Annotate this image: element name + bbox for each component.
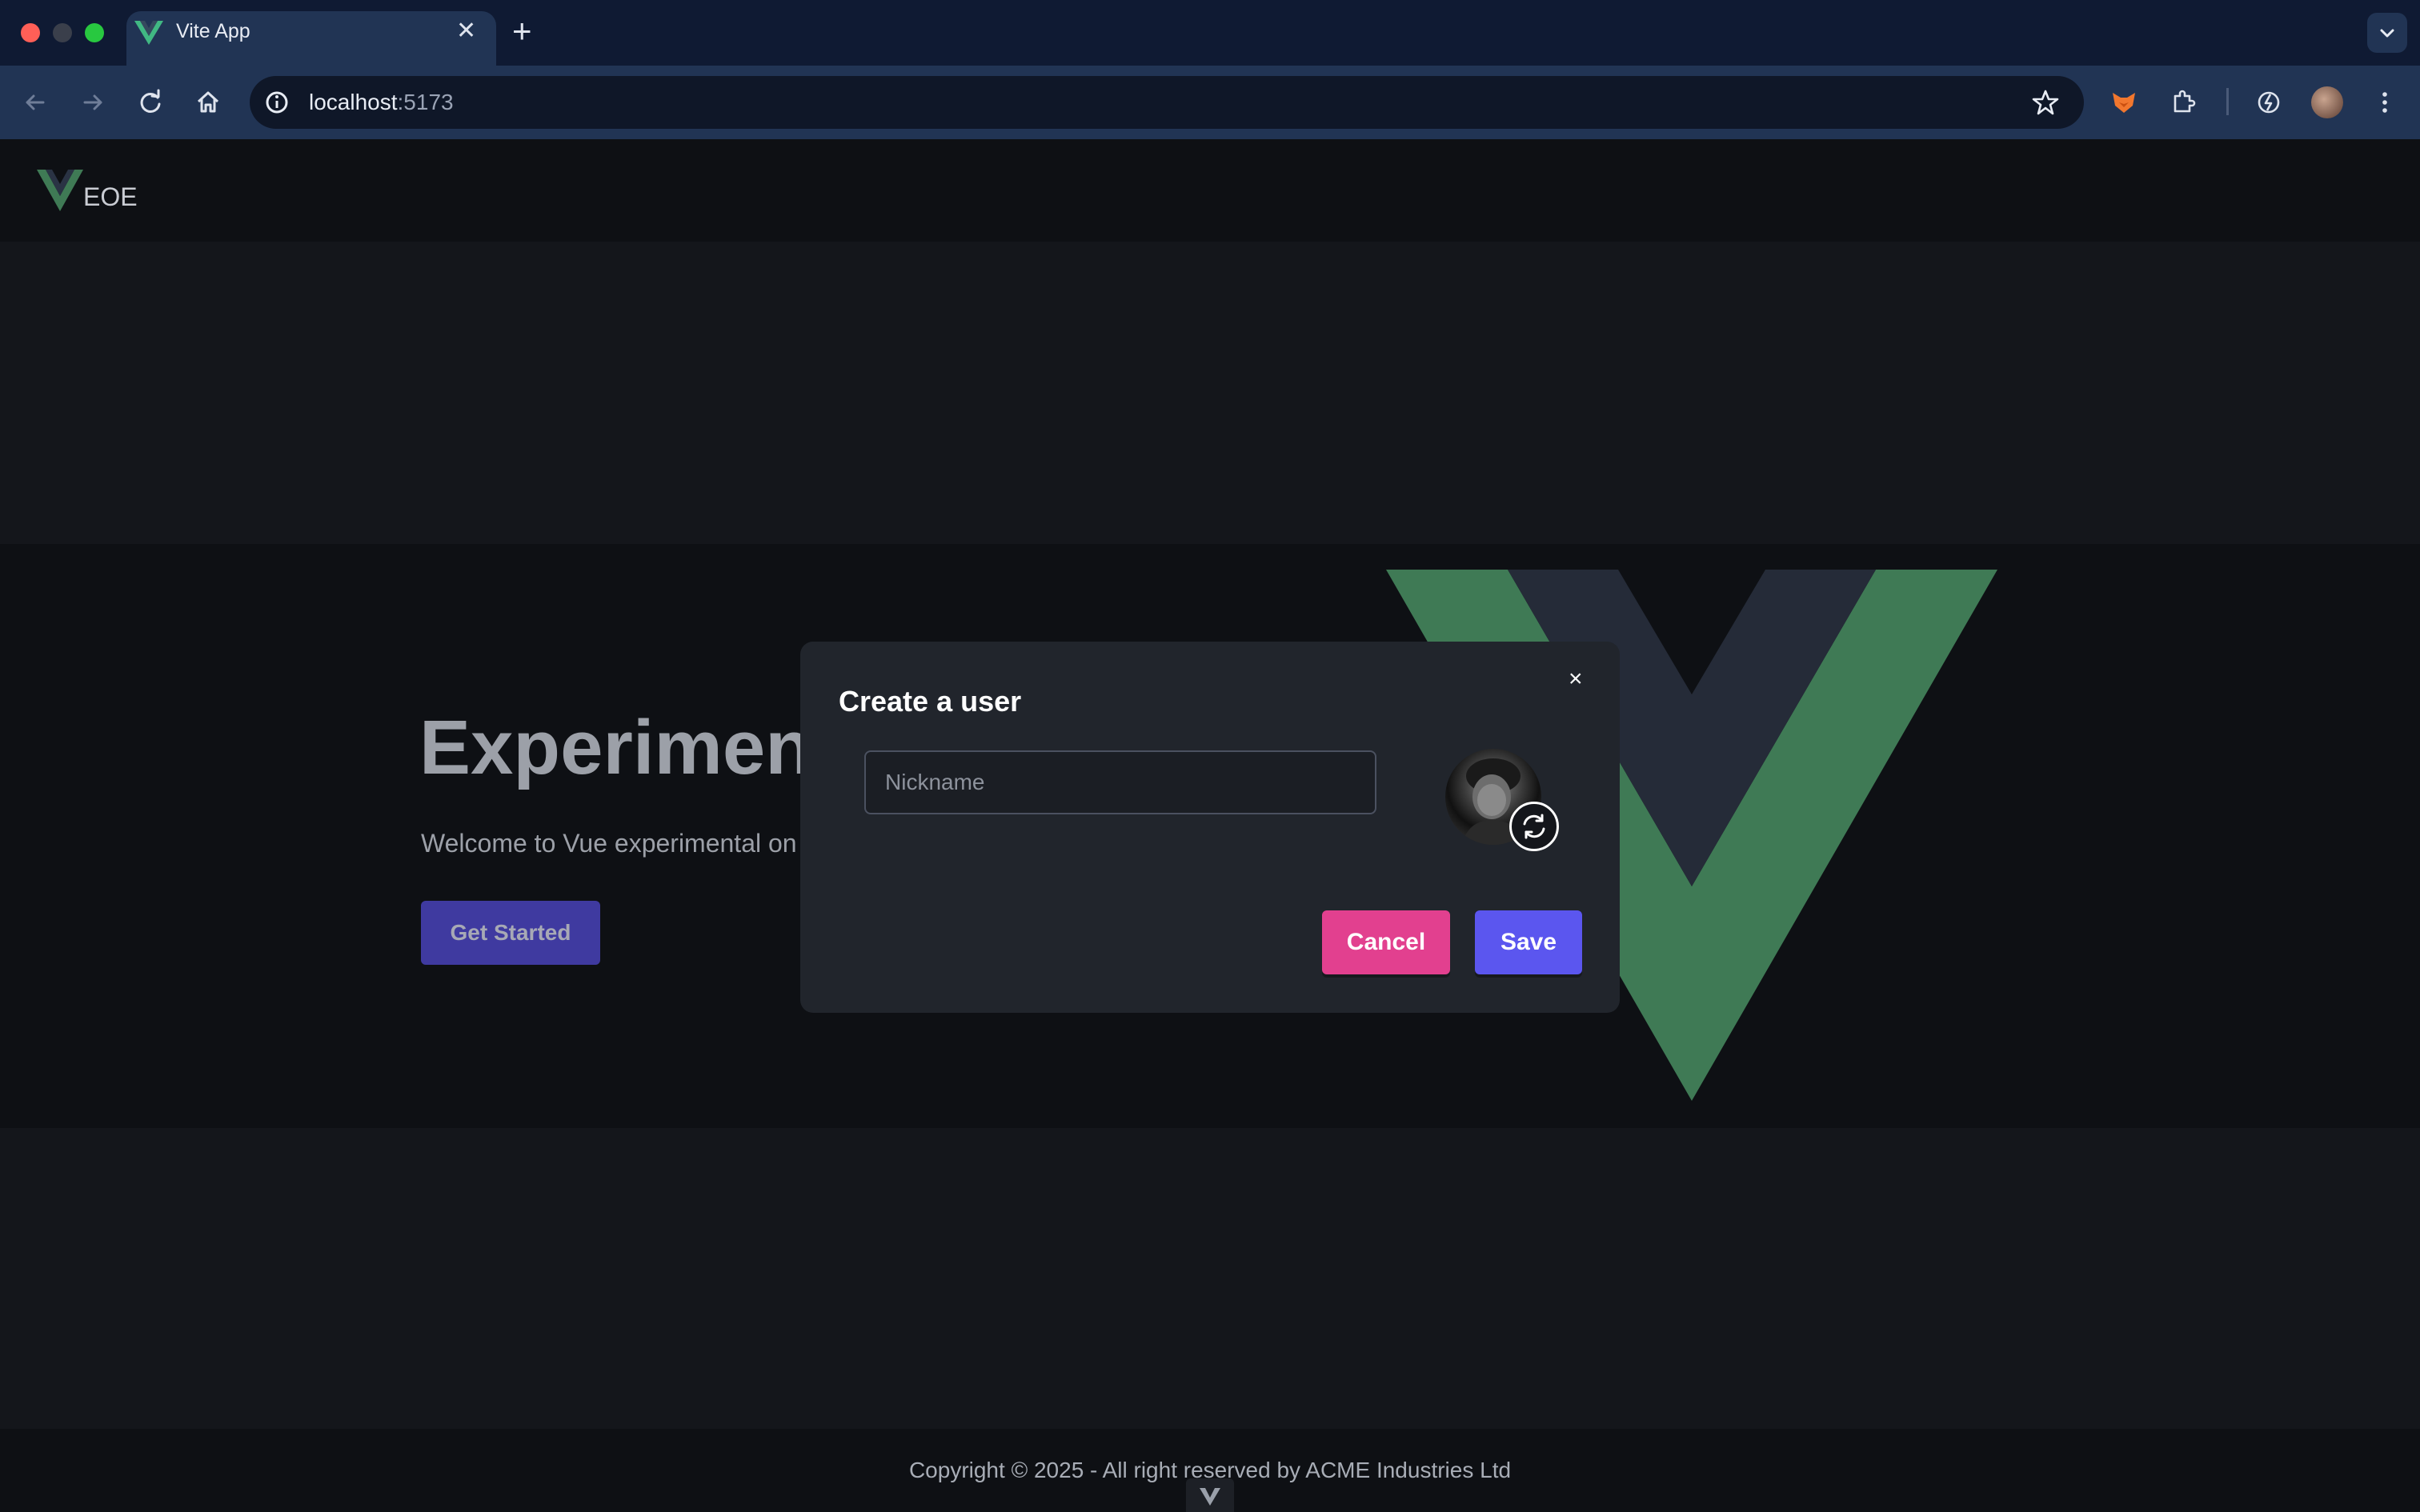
modal-title: Create a user — [839, 685, 1022, 718]
tab-title: Vite App — [176, 20, 250, 42]
regenerate-avatar-button[interactable] — [1509, 802, 1559, 851]
url-host: localhost — [309, 90, 398, 114]
site-logo-text[interactable]: EOE — [83, 182, 138, 212]
reload-icon[interactable] — [136, 88, 165, 117]
profile-avatar[interactable] — [2311, 86, 2343, 118]
chevron-down-icon — [2380, 29, 2394, 38]
hero-subtitle: Welcome to Vue experimental on — [421, 829, 797, 858]
vue-footer-icon — [1200, 1488, 1220, 1506]
vue-logo-icon[interactable] — [37, 170, 83, 211]
window-zoom-button[interactable] — [85, 23, 104, 42]
more-vertical-icon[interactable] — [2370, 88, 2399, 117]
bookmark-star-icon[interactable] — [2031, 88, 2060, 117]
home-icon[interactable] — [194, 88, 222, 117]
back-arrow-icon[interactable] — [21, 88, 50, 117]
tab-close-icon[interactable]: ✕ — [456, 18, 476, 45]
site-header — [0, 139, 2420, 242]
cancel-button[interactable]: Cancel — [1322, 910, 1450, 974]
hero-title: Experiment — [419, 705, 838, 790]
create-user-modal: Create a user × Cancel Save — [800, 642, 1620, 1013]
nickname-input[interactable] — [864, 750, 1376, 814]
vue-favicon-icon — [134, 21, 163, 45]
url-text: localhost:5173 — [309, 90, 454, 115]
close-icon[interactable]: × — [1569, 666, 1583, 693]
site-info-icon[interactable] — [262, 88, 291, 117]
window-minimize-button[interactable] — [53, 23, 72, 42]
save-button[interactable]: Save — [1475, 910, 1582, 974]
url-port: :5173 — [397, 90, 454, 114]
new-tab-icon[interactable]: + — [512, 13, 532, 50]
performance-icon[interactable] — [2254, 88, 2283, 117]
fox-extension-icon[interactable] — [2109, 88, 2138, 117]
tab-search-button[interactable] — [2367, 13, 2407, 53]
footer-logo-tab[interactable] — [1186, 1478, 1234, 1512]
address-bar[interactable] — [250, 76, 2084, 129]
toolbar-divider — [2226, 88, 2229, 115]
get-started-button[interactable]: Get Started — [421, 901, 600, 965]
forward-arrow-icon[interactable] — [78, 88, 107, 117]
refresh-icon — [1523, 814, 1545, 839]
extensions-puzzle-icon[interactable] — [2169, 88, 2198, 117]
window-close-button[interactable] — [21, 23, 40, 42]
